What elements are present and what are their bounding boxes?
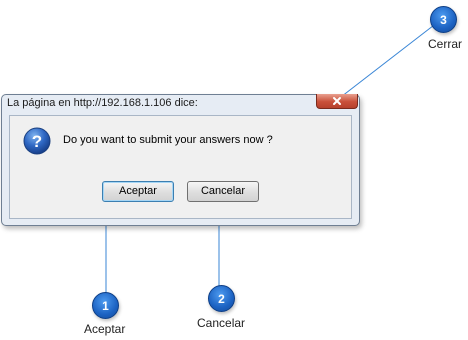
callout-marker-1: 1 [92, 292, 119, 319]
connector-line-3 [336, 21, 439, 101]
close-button[interactable] [316, 94, 358, 109]
cancel-button[interactable]: Cancelar [187, 181, 259, 202]
alert-dialog: La página en http://192.168.1.106 dice: [1, 94, 360, 226]
svg-text:?: ? [32, 132, 42, 151]
callout-label-cancel: Cancelar [197, 316, 246, 330]
annotated-screenshot: La página en http://192.168.1.106 dice: [0, 0, 468, 340]
callout-label-close: Cerrar [428, 37, 463, 51]
callout-label-accept: Aceptar [84, 322, 126, 336]
callout-marker-3: 3 [430, 6, 457, 33]
callout-marker-2: 2 [208, 285, 235, 312]
accept-button[interactable]: Aceptar [102, 181, 174, 202]
close-icon [333, 97, 341, 105]
dialog-message: Do you want to submit your answers now ? [63, 134, 273, 146]
dialog-title: La página en http://192.168.1.106 dice: [7, 97, 198, 109]
question-icon: ? [23, 127, 51, 155]
dialog-content: ? Do you want to submit your answers now… [9, 115, 352, 219]
